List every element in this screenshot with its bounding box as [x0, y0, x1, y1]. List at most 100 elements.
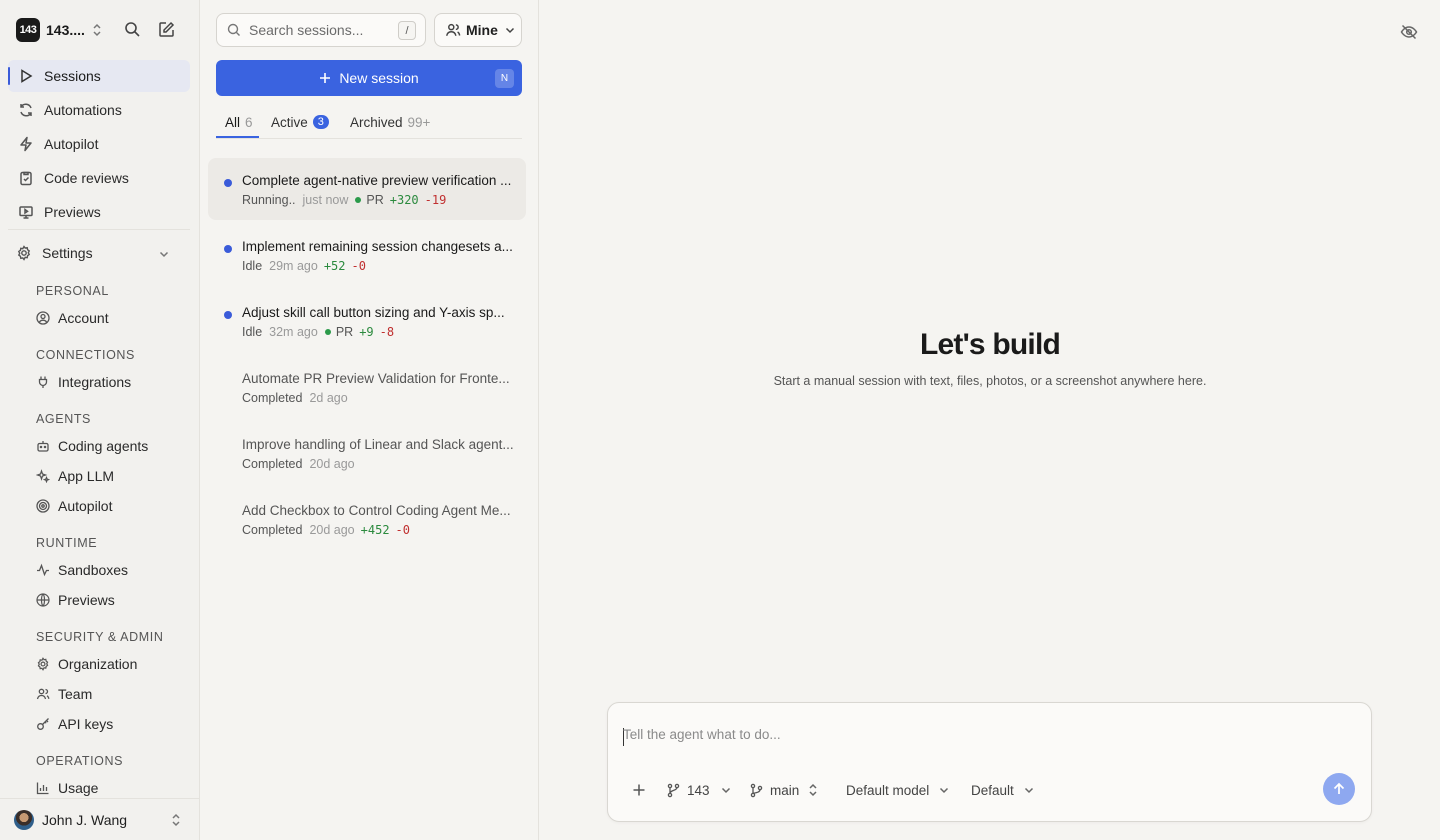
deletions-count: -0 — [395, 523, 410, 537]
tab-label: Archived — [350, 115, 403, 130]
settings-item-label: Coding agents — [58, 438, 149, 454]
owner-filter-dropdown[interactable]: Mine — [434, 13, 522, 47]
composer: 143 main Default model Default — [607, 702, 1372, 822]
session-item[interactable]: Implement remaining session changesets a… — [208, 224, 526, 286]
nav-sessions[interactable]: Sessions — [8, 60, 190, 92]
nav-label: Autopilot — [44, 136, 99, 152]
settings-item-sandboxes[interactable]: Sandboxes — [36, 558, 128, 582]
attach-button[interactable] — [632, 779, 646, 801]
nav-label: Previews — [44, 204, 101, 220]
user-circle-icon — [36, 311, 50, 325]
settings-item-usage[interactable]: Usage — [36, 776, 98, 800]
section-label-personal: PERSONAL — [36, 284, 109, 298]
active-dot — [224, 311, 232, 319]
search-input[interactable] — [249, 22, 389, 38]
settings-item-label: Usage — [58, 780, 99, 796]
tab-all[interactable]: All 6 — [216, 110, 259, 138]
session-item[interactable]: Improve handling of Linear and Slack age… — [208, 422, 526, 484]
filter-label: Mine — [466, 22, 498, 38]
settings-item-label: Organization — [58, 656, 138, 672]
settings-item-app-llm[interactable]: App LLM — [36, 464, 114, 488]
divider — [8, 229, 190, 230]
tab-label: Active — [271, 115, 308, 130]
session-title: Automate PR Preview Validation for Front… — [242, 371, 510, 386]
new-session-shortcut: N — [495, 69, 514, 88]
send-button[interactable] — [1323, 773, 1355, 805]
settings-item-autopilot[interactable]: Autopilot — [36, 494, 112, 518]
session-status: Completed — [242, 391, 303, 405]
deletions-count: -19 — [424, 193, 447, 207]
session-status: Completed — [242, 457, 303, 471]
section-label-agents: AGENTS — [36, 412, 91, 426]
globe-icon — [36, 593, 50, 607]
page-title: Let's build — [920, 328, 1061, 361]
chevron-up-down-icon[interactable] — [90, 22, 104, 38]
additions-count: +320 — [389, 193, 419, 207]
activity-icon — [36, 563, 50, 577]
settings-item-label: Sandboxes — [58, 562, 129, 578]
workspace-switcher[interactable]: 143 143.... — [16, 18, 85, 42]
sessions-panel: / Mine New session N All 6 Active 3 Arch… — [200, 0, 539, 840]
session-title: Adjust skill call button sizing and Y-ax… — [242, 305, 505, 320]
prompt-input[interactable] — [623, 727, 1323, 749]
additions-count: +452 — [360, 523, 390, 537]
deletions-count: -0 — [351, 259, 366, 273]
session-time: 20d ago — [309, 457, 355, 471]
chevron-down-icon — [938, 784, 950, 796]
section-label-operations: OPERATIONS — [36, 754, 124, 768]
new-session-button[interactable]: New session N — [216, 60, 522, 96]
session-tabs: All 6 Active 3 Archived 99+ — [216, 110, 522, 138]
settings-toggle[interactable]: Settings — [8, 237, 190, 269]
session-meta: Idle 29m ago +52 -0 — [242, 259, 366, 273]
session-item[interactable]: Add Checkbox to Control Coding Agent Me.… — [208, 488, 526, 550]
git-fork-icon — [666, 783, 681, 798]
tab-count: 99+ — [407, 115, 431, 130]
eye-off-icon[interactable] — [1400, 23, 1418, 41]
settings-item-account[interactable]: Account — [36, 306, 109, 330]
bolt-icon — [18, 136, 34, 152]
settings-item-team[interactable]: Team — [36, 682, 92, 706]
settings-item-previews[interactable]: Previews — [36, 588, 115, 612]
plug-icon — [36, 375, 50, 389]
search-icon[interactable] — [124, 21, 141, 38]
chevron-down-icon — [1023, 784, 1035, 796]
mode-selector[interactable]: Default — [971, 779, 1035, 801]
tab-archived[interactable]: Archived 99+ — [350, 110, 430, 138]
session-item[interactable]: Adjust skill call button sizing and Y-ax… — [208, 290, 526, 352]
settings-item-label: App LLM — [58, 468, 115, 484]
settings-item-coding-agents[interactable]: Coding agents — [36, 434, 148, 458]
settings-item-organization[interactable]: Organization — [36, 652, 137, 676]
compose-icon[interactable] — [158, 21, 175, 38]
plus-icon — [632, 783, 646, 797]
settings-item-integrations[interactable]: Integrations — [36, 370, 131, 394]
nav-automations[interactable]: Automations — [8, 94, 190, 126]
nav-previews[interactable]: Previews — [8, 196, 190, 228]
section-label-runtime: RUNTIME — [36, 536, 98, 550]
plus-icon — [319, 72, 331, 84]
session-item[interactable]: Automate PR Preview Validation for Front… — [208, 356, 526, 418]
model-selector[interactable]: Default model — [846, 779, 950, 801]
monitor-icon — [18, 204, 34, 220]
session-meta: Idle 32m ago PR +9 -8 — [242, 325, 394, 339]
repo-selector[interactable]: 143 — [666, 779, 732, 801]
branch-label: main — [770, 782, 800, 798]
model-label: Default model — [846, 782, 930, 798]
refresh-icon — [18, 102, 34, 118]
gear-icon — [36, 657, 50, 671]
user-menu[interactable]: John J. Wang — [0, 798, 199, 840]
session-search[interactable]: / — [216, 13, 426, 47]
settings-item-label: Integrations — [58, 374, 132, 390]
users-icon — [445, 22, 461, 38]
session-title: Complete agent-native preview verificati… — [242, 173, 512, 188]
branch-selector[interactable]: main — [749, 779, 819, 801]
settings-item-api-keys[interactable]: API keys — [36, 712, 113, 736]
workspace-logo: 143 — [16, 18, 40, 42]
users-icon — [36, 687, 50, 701]
tab-active[interactable]: Active 3 — [271, 110, 329, 138]
chevron-up-down-icon — [807, 783, 819, 797]
nav-code-reviews[interactable]: Code reviews — [8, 162, 190, 194]
tab-label: All — [225, 115, 241, 130]
nav-autopilot[interactable]: Autopilot — [8, 128, 190, 160]
session-item[interactable]: Complete agent-native preview verificati… — [208, 158, 526, 220]
sparkles-icon — [36, 469, 50, 483]
